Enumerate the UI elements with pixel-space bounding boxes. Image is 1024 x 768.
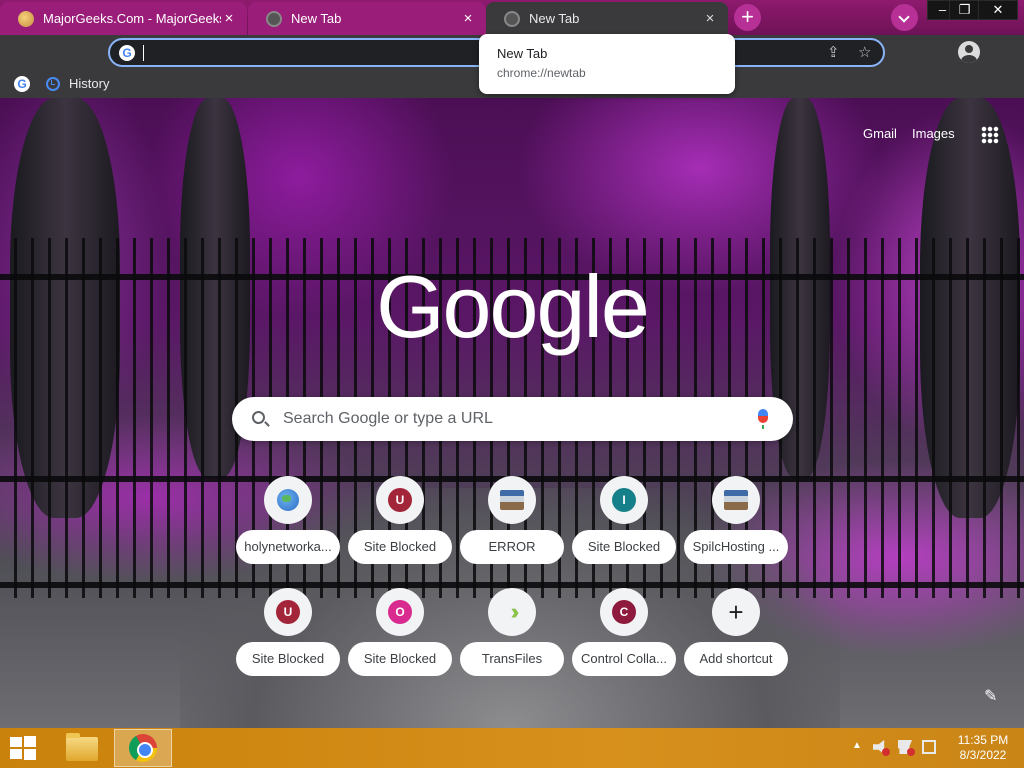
shortcut-icon-circle: ›› (488, 588, 536, 636)
google-apps-icon[interactable] (981, 126, 999, 144)
letter-favicon-icon: C (612, 600, 636, 624)
shortcut-tile[interactable]: I Site Blocked (572, 476, 676, 580)
hover-card-url: chrome://newtab (497, 66, 586, 80)
gmail-link[interactable]: Gmail (863, 126, 897, 141)
shortcut-icon-circle (712, 476, 760, 524)
shortcut-label: Site Blocked (236, 642, 340, 676)
microphone-icon[interactable] (758, 409, 768, 429)
windows-logo-pane (10, 737, 22, 747)
bookmark-star-icon[interactable]: ☆ (858, 43, 871, 61)
search-icon (252, 411, 265, 424)
windows-taskbar: ▲ 11:35 PM 8/3/2022 (0, 728, 1024, 768)
share-icon[interactable]: ⇪ (827, 43, 840, 61)
shortcut-label: Control Colla... (572, 642, 676, 676)
windows-logo-pane (24, 749, 36, 760)
letter-favicon-icon: U (276, 600, 300, 624)
shortcut-label: Site Blocked (572, 530, 676, 564)
shortcut-tile[interactable]: SpilcHosting ... (684, 476, 788, 580)
tab-new-tab-active[interactable]: New Tab × (486, 2, 728, 35)
shortcut-label: ERROR (460, 530, 564, 564)
shortcut-label: TransFiles (460, 642, 564, 676)
shortcut-icon-circle: U (264, 588, 312, 636)
clock-time: 11:35 PM (957, 733, 1009, 747)
clock-date: 8/3/2022 (959, 748, 1007, 762)
customize-pencil-icon[interactable]: ✎ (984, 686, 997, 706)
chrome-icon (129, 734, 157, 762)
add-shortcut-plus-icon: + (728, 597, 744, 627)
majorgeeks-favicon-icon (18, 10, 34, 27)
shortcut-icon-circle (264, 476, 312, 524)
taskbar-clock[interactable]: 11:35 PM 8/3/2022 (950, 733, 1016, 763)
tab-hover-card: New Tab chrome://newtab (479, 34, 735, 94)
windows-start-button[interactable] (8, 736, 38, 760)
tab-close-icon[interactable]: × (460, 10, 476, 27)
bookmark-google-icon[interactable]: G (14, 76, 30, 92)
new-tab-button[interactable]: + (734, 4, 761, 31)
tab-new-tab-1[interactable]: New Tab × (248, 2, 486, 35)
folder-icon (66, 733, 98, 761)
tray-chevron-up-icon[interactable]: ▲ (852, 740, 862, 751)
windows-logo-pane (10, 749, 22, 759)
shortcut-tile[interactable]: U Site Blocked (236, 588, 340, 692)
bookmark-history[interactable]: History (46, 76, 109, 91)
shortcut-tile[interactable]: U Site Blocked (348, 476, 452, 580)
new-tab-page: Gmail Images Google holynetworka... U Site… (0, 98, 1024, 728)
shortcut-tile[interactable]: C Control Colla... (572, 588, 676, 692)
search-input[interactable] (283, 397, 743, 441)
sound-error-icon (882, 748, 890, 756)
shortcut-label: Site Blocked (348, 642, 452, 676)
tab-majorgeeks[interactable]: MajorGeeks.Com - MajorGeeks × (0, 2, 247, 35)
shortcut-icon-circle (488, 476, 536, 524)
transfiles-arrows-icon: ›› (510, 599, 519, 624)
google-g-icon: G (119, 45, 135, 61)
chrome-taskbar-button[interactable] (114, 729, 172, 767)
letter-favicon-icon: U (388, 488, 412, 512)
shortcut-tile[interactable]: O Site Blocked (348, 588, 452, 692)
chrome-favicon-icon (266, 10, 282, 27)
shortcut-label: Add shortcut (684, 642, 788, 676)
close-window-button[interactable]: ✕ (978, 0, 1018, 20)
tab-close-icon[interactable]: × (221, 10, 237, 27)
search-box[interactable] (232, 397, 793, 441)
action-center-error-icon (907, 748, 915, 756)
google-logo: Google (376, 257, 650, 356)
shortcut-icon-circle: + (712, 588, 760, 636)
globe-icon (277, 489, 299, 511)
chrome-favicon-icon (504, 10, 520, 27)
site-thumbnail-icon (500, 490, 524, 510)
shortcut-tile[interactable]: + Add shortcut (684, 588, 788, 692)
shortcut-icon-circle: U (376, 476, 424, 524)
site-thumbnail-icon (724, 490, 748, 510)
text-caret (143, 45, 144, 61)
tab-title: MajorGeeks.Com - MajorGeeks (43, 11, 221, 26)
shortcut-label: Site Blocked (348, 530, 452, 564)
windows-logo-pane (24, 736, 36, 747)
tab-close-icon[interactable]: × (702, 10, 718, 27)
file-explorer-button[interactable] (60, 731, 104, 765)
history-icon (46, 76, 60, 91)
shortcut-tile[interactable]: holynetworka... (236, 476, 340, 580)
shortcut-label: holynetworka... (236, 530, 340, 564)
network-icon[interactable] (922, 740, 936, 754)
letter-favicon-icon: O (388, 600, 412, 624)
letter-favicon-icon: I (612, 488, 636, 512)
tab-search-chevron-down-icon[interactable] (891, 4, 918, 31)
shortcut-tile[interactable]: ERROR (460, 476, 564, 580)
shortcut-icon-circle: I (600, 476, 648, 524)
shortcut-icon-circle: O (376, 588, 424, 636)
shortcut-label: SpilcHosting ... (684, 530, 788, 564)
bookmark-history-label: History (69, 76, 110, 91)
shortcut-icon-circle: C (600, 588, 648, 636)
maximize-button[interactable]: ❐ (949, 0, 980, 20)
tab-title: New Tab (291, 11, 342, 26)
profile-avatar-icon[interactable] (958, 41, 980, 63)
hover-card-title: New Tab (497, 46, 548, 61)
shortcut-tile[interactable]: ›› TransFiles (460, 588, 564, 692)
tab-strip: MajorGeeks.Com - MajorGeeks × New Tab × … (0, 0, 1024, 35)
tab-title: New Tab (529, 11, 580, 26)
images-link[interactable]: Images (912, 126, 955, 141)
